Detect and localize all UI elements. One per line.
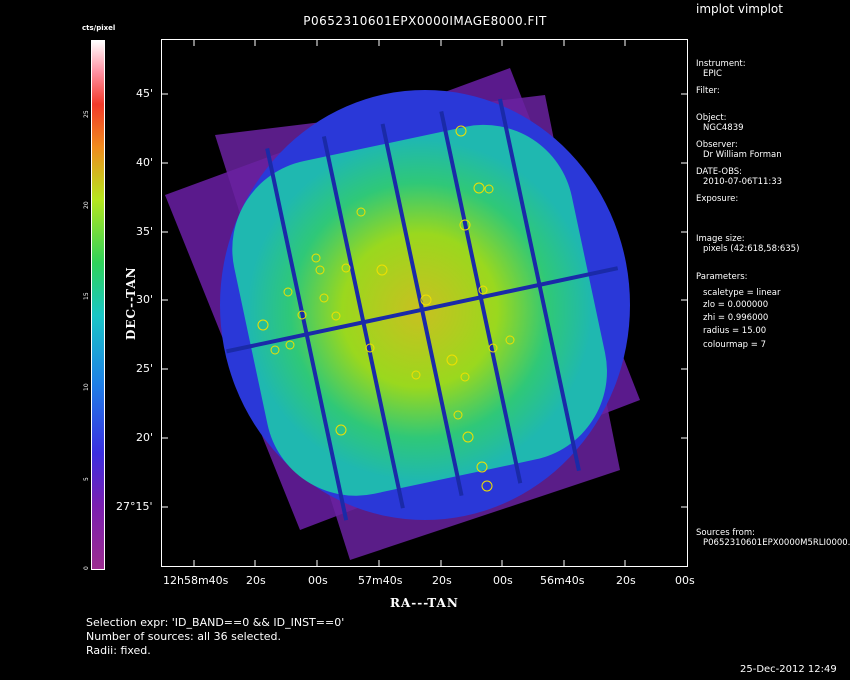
x-axis-title: RA---TAN [390, 596, 459, 610]
parameters-label: Parameters: [696, 272, 748, 282]
y-tick-label: 35' [136, 225, 154, 238]
object-value: NGC4839 [703, 123, 744, 133]
x-tick-label: 20s [246, 574, 266, 587]
y-tick-label: 40' [136, 156, 154, 169]
sources-from-value: P0652310601EPX0000M5RLI0000.F [703, 538, 850, 548]
x-tick-label: 00s [493, 574, 513, 587]
object-label: Object: [696, 113, 727, 123]
date-obs-value: 2010-07-06T11:33 [703, 177, 783, 187]
x-tick-label: 12h58m40s [163, 574, 229, 587]
param-radius: radius = 15.00 [703, 326, 767, 336]
param-colourmap: colourmap = 7 [703, 340, 766, 350]
x-tick-label: 56m40s [540, 574, 585, 587]
date-obs-label: DATE-OBS: [696, 167, 743, 177]
y-tick-label: 27°15' [116, 500, 153, 513]
observer-label: Observer: [696, 140, 738, 150]
sources-from-label: Sources from: [696, 528, 755, 538]
filter-label: Filter: [696, 86, 720, 96]
y-axis-title: DEC--TAN [124, 266, 138, 340]
radii-mode: Radii: fixed. [86, 644, 151, 657]
y-tick-label: 25' [136, 362, 154, 375]
param-zlo: zlo = 0.000000 [703, 300, 769, 310]
x-tick-label: 00s [308, 574, 328, 587]
y-tick-label: 20' [136, 431, 154, 444]
x-tick-label: 57m40s [358, 574, 403, 587]
instrument-label: Instrument: [696, 59, 746, 69]
image-size-value: pixels (42:618,58:635) [703, 244, 800, 254]
param-scaletype: scaletype = linear [703, 288, 781, 298]
y-tick-label: 45' [136, 87, 154, 100]
timestamp: 25-Dec-2012 12:49 [740, 664, 837, 675]
source-count: Number of sources: all 36 selected. [86, 630, 282, 643]
exposure-label: Exposure: [696, 194, 739, 204]
instrument-value: EPIC [703, 69, 722, 79]
y-tick-label: 30' [136, 293, 154, 306]
image-size-label: Image size: [696, 234, 745, 244]
x-tick-label: 00s [675, 574, 695, 587]
observer-value: Dr William Forman [703, 150, 782, 160]
selection-expression: Selection expr: 'ID_BAND==0 && ID_INST==… [86, 616, 345, 629]
x-tick-label: 20s [432, 574, 452, 587]
param-zhi: zhi = 0.996000 [703, 313, 769, 323]
plot-frame [161, 39, 688, 567]
x-tick-label: 20s [616, 574, 636, 587]
